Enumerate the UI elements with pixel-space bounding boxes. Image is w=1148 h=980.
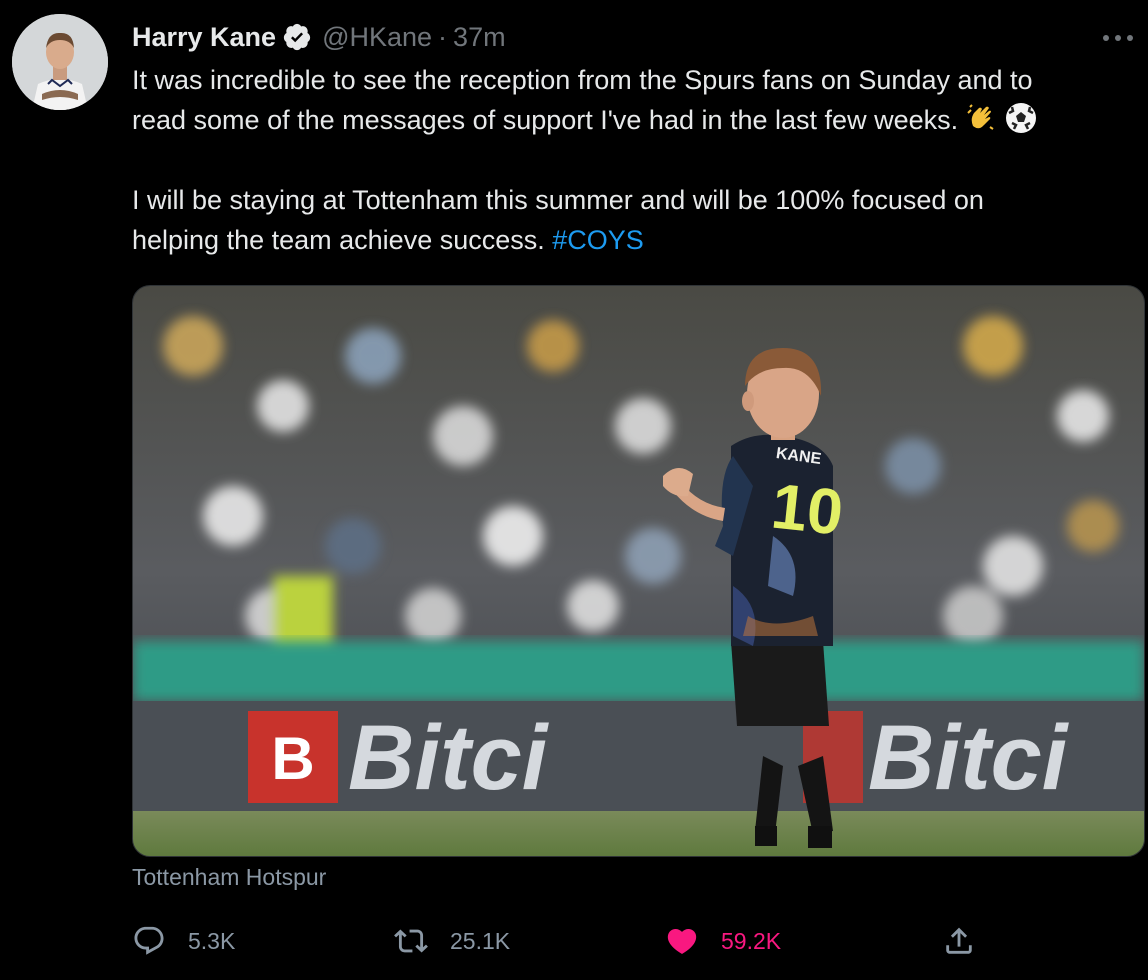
tweet-text: It was incredible to see the reception f… <box>132 60 1142 260</box>
like-count: 59.2K <box>721 927 782 954</box>
reply-button[interactable]: 5.3K <box>132 920 235 962</box>
tweet-actions: 5.3K 25.1K 59.2K <box>132 920 1142 962</box>
share-icon <box>946 927 972 954</box>
tweet-text-line: helping the team achieve success. #COYS <box>132 220 1142 260</box>
media-caption[interactable]: Tottenham Hotspur <box>132 864 326 891</box>
verified-badge-icon <box>282 22 312 52</box>
tweet-text-line-2: read some of the messages of support I'v… <box>132 105 959 135</box>
retweet-icon <box>394 929 428 953</box>
avatar-image <box>12 14 108 110</box>
photo-image: B Bitci Bitci KANE 10 <box>133 286 1144 856</box>
tweet-text-line-4: helping the team achieve success. <box>132 225 545 255</box>
reply-icon <box>134 926 164 955</box>
shirt-number: 10 <box>768 470 846 549</box>
tweet[interactable]: Harry Kane @HKane · 37m It was incredibl… <box>0 0 1148 980</box>
tweet-text-line: It was incredible to see the reception f… <box>132 60 1142 100</box>
tweet-header: Harry Kane @HKane · 37m <box>132 18 506 56</box>
like-button[interactable]: 59.2K <box>665 920 781 962</box>
tweet-photo[interactable]: B Bitci Bitci KANE 10 <box>132 285 1145 857</box>
separator-dot: · <box>438 21 448 52</box>
board-text-right: Bitci <box>868 707 1070 809</box>
retweet-button[interactable]: 25.1K <box>394 920 510 962</box>
timestamp[interactable]: 37m <box>453 22 506 53</box>
clapping-hands-emoji-icon <box>964 101 998 135</box>
board-text-left: Bitci <box>348 707 550 809</box>
display-name[interactable]: Harry Kane <box>132 22 276 53</box>
tweet-text-line-3: I will be staying at Tottenham this summ… <box>132 185 984 215</box>
share-button[interactable] <box>942 920 976 962</box>
hashtag-link[interactable]: #COYS <box>552 225 644 255</box>
reply-count: 5.3K <box>188 927 236 954</box>
tweet-text-line-1: It was incredible to see the reception f… <box>132 65 1033 95</box>
heart-icon <box>667 928 697 954</box>
avatar[interactable] <box>12 14 108 110</box>
more-options-icon[interactable] <box>1098 28 1138 48</box>
board-logo-mark: B <box>271 725 314 792</box>
tweet-text-line: read some of the messages of support I'v… <box>132 100 1142 140</box>
soccer-ball-emoji-icon <box>1004 101 1038 135</box>
retweet-count: 25.1K <box>450 927 511 954</box>
tweet-text-line: I will be staying at Tottenham this summ… <box>132 180 1142 220</box>
handle[interactable]: @HKane <box>322 22 432 53</box>
